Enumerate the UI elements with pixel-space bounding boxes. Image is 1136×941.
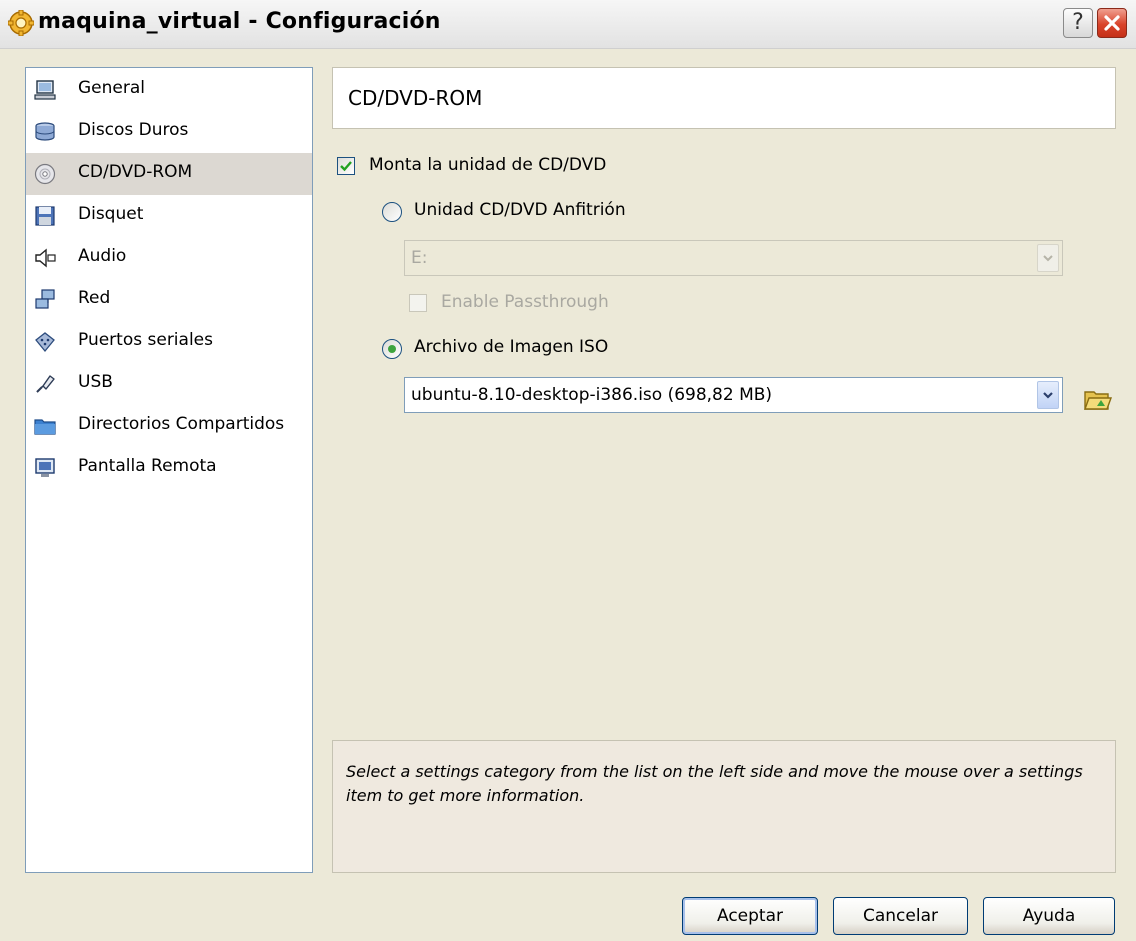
iso-dropdown-button[interactable] bbox=[1037, 381, 1059, 409]
sidebar-item-network[interactable]: Red bbox=[26, 279, 312, 321]
sidebar-item-floppy[interactable]: Disquet bbox=[26, 195, 312, 237]
floppy-icon bbox=[35, 206, 55, 226]
iso-image-label[interactable]: Archivo de Imagen ISO bbox=[414, 337, 608, 357]
sidebar-item-hard-disks[interactable]: Discos Duros bbox=[26, 111, 312, 153]
open-folder-icon bbox=[1084, 391, 1112, 410]
window-title: maquina_virtual - Configuración bbox=[38, 9, 441, 34]
sidebar-item-remote-display[interactable]: Pantalla Remota bbox=[26, 447, 312, 489]
iso-image-radio[interactable] bbox=[382, 339, 402, 359]
chevron-down-icon bbox=[1043, 255, 1053, 262]
serial-port-icon bbox=[35, 332, 55, 353]
sidebar-item-label: CD/DVD-ROM bbox=[78, 162, 193, 182]
info-panel: Select a settings category from the list… bbox=[332, 740, 1116, 873]
enable-passthrough-checkbox[interactable] bbox=[409, 294, 427, 312]
host-drive-label[interactable]: Unidad CD/DVD Anfitrión bbox=[414, 200, 626, 220]
close-button[interactable] bbox=[1097, 8, 1127, 38]
sidebar-item-label: Audio bbox=[78, 246, 127, 266]
sidebar-item-shared-folders[interactable]: Directorios Compartidos bbox=[26, 405, 312, 447]
gear-icon bbox=[8, 10, 34, 36]
help-button[interactable]: Ayuda bbox=[983, 897, 1115, 935]
sidebar-item-label: Red bbox=[78, 288, 111, 308]
close-icon bbox=[1104, 15, 1120, 31]
mount-cd-dvd-checkbox[interactable] bbox=[337, 157, 355, 175]
ok-button[interactable]: Aceptar bbox=[682, 897, 818, 935]
enable-passthrough-label[interactable]: Enable Passthrough bbox=[441, 292, 609, 312]
cd-icon bbox=[34, 163, 56, 185]
sidebar-item-label: USB bbox=[78, 372, 113, 392]
help-title-label: ? bbox=[1072, 10, 1084, 35]
sidebar-item-label: Puertos seriales bbox=[78, 330, 213, 350]
speaker-icon bbox=[35, 248, 56, 268]
iso-image-value: ubuntu-8.10-desktop-i386.iso (698,82 MB) bbox=[411, 385, 773, 405]
host-drive-dropdown-button[interactable] bbox=[1037, 244, 1059, 272]
radio-selected-dot bbox=[388, 345, 396, 353]
computer-icon bbox=[34, 80, 56, 100]
sidebar-item-general[interactable]: General bbox=[26, 69, 312, 111]
host-drive-value: E: bbox=[411, 248, 428, 268]
sidebar-item-label: Pantalla Remota bbox=[78, 456, 217, 476]
sidebar-item-cd-dvd-rom[interactable]: CD/DVD-ROM bbox=[26, 153, 312, 195]
browse-iso-button[interactable] bbox=[1082, 384, 1114, 414]
sidebar-item-label: General bbox=[78, 78, 145, 98]
usb-icon bbox=[36, 375, 55, 393]
sidebar-item-label: Disquet bbox=[78, 204, 144, 224]
monitor-icon bbox=[35, 458, 55, 477]
hard-disk-icon bbox=[35, 122, 55, 141]
host-drive-radio[interactable] bbox=[382, 202, 402, 222]
host-drive-select[interactable]: E: bbox=[404, 240, 1063, 276]
page-title: CD/DVD-ROM bbox=[348, 86, 483, 110]
page-header: CD/DVD-ROM bbox=[332, 67, 1116, 129]
sidebar-item-label: Discos Duros bbox=[78, 120, 189, 140]
sidebar-item-usb[interactable]: USB bbox=[26, 363, 312, 405]
title-bar: maquina_virtual - Configuración ? bbox=[0, 0, 1136, 49]
folder-icon bbox=[34, 419, 56, 435]
sidebar-item-audio[interactable]: Audio bbox=[26, 237, 312, 279]
mount-cd-dvd-label[interactable]: Monta la unidad de CD/DVD bbox=[369, 155, 606, 175]
chevron-down-icon bbox=[1043, 392, 1053, 399]
sidebar-item-label: Directorios Compartidos bbox=[78, 414, 285, 434]
iso-image-select[interactable]: ubuntu-8.10-desktop-i386.iso (698,82 MB) bbox=[404, 377, 1063, 413]
info-text: Select a settings category from the list… bbox=[346, 762, 1083, 805]
cancel-button[interactable]: Cancelar bbox=[833, 897, 968, 935]
sidebar-item-serial-ports[interactable]: Puertos seriales bbox=[26, 321, 312, 363]
settings-category-list: General Discos Duros CD/DVD-ROM Disquet … bbox=[25, 67, 313, 873]
help-title-button[interactable]: ? bbox=[1063, 8, 1093, 38]
network-icon bbox=[35, 289, 55, 309]
checkmark-icon bbox=[340, 161, 352, 172]
